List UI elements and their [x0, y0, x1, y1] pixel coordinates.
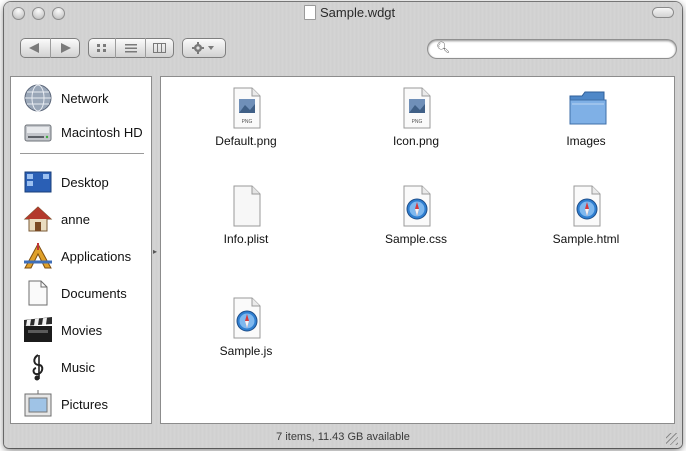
sidebar-splitter-handle[interactable]: ▸	[153, 247, 159, 256]
sidebar-item-network[interactable]: Network	[10, 82, 152, 114]
file-item[interactable]: PNG Default.png	[176, 86, 316, 156]
list-view-icon	[124, 44, 137, 53]
safari-document-icon	[226, 296, 266, 340]
toolbar-toggle-button[interactable]	[652, 7, 674, 18]
sidebar-item-macintosh-hd[interactable]: Macintosh HD	[10, 116, 152, 148]
sidebar-item-label: Music	[61, 359, 95, 375]
sidebar-item-music[interactable]: Music	[10, 351, 152, 383]
close-window-button[interactable]	[12, 7, 25, 20]
file-name: Sample.html	[552, 232, 620, 246]
file-name: Icon.png	[392, 134, 440, 148]
hard-drive-icon	[22, 117, 54, 147]
back-button[interactable]	[20, 38, 51, 58]
sidebar-divider	[20, 153, 144, 154]
file-item[interactable]: Sample.html	[516, 184, 656, 254]
desktop-icon	[22, 167, 54, 197]
gear-icon	[192, 42, 214, 54]
sidebar-item-anne[interactable]: anne	[10, 203, 152, 235]
documents-folder-icon	[22, 278, 54, 308]
window-title: Sample.wdgt	[304, 5, 395, 20]
action-menu-segment[interactable]	[182, 38, 226, 58]
sidebar-item-label: Documents	[61, 285, 127, 301]
file-item[interactable]: Images	[516, 86, 656, 156]
sidebar-item-desktop[interactable]: Desktop	[10, 166, 152, 198]
file-item[interactable]: Sample.js	[176, 296, 316, 366]
file-name: Images	[566, 134, 606, 148]
generic-file-icon	[226, 184, 266, 228]
list-view-button[interactable]	[116, 38, 146, 58]
file-item[interactable]: Sample.css	[346, 184, 486, 254]
file-name: Info.plist	[223, 232, 269, 246]
sidebar-item-label: Movies	[61, 322, 103, 338]
network-globe-icon	[22, 83, 54, 113]
png-file-icon: PNG	[396, 86, 436, 130]
column-view-button[interactable]	[146, 38, 174, 58]
file-item[interactable]: PNG Icon.png	[346, 86, 486, 156]
status-bar: 7 items, 11.43 GB available	[4, 426, 682, 448]
safari-document-icon	[396, 184, 436, 228]
movies-clapboard-icon	[22, 315, 54, 345]
sidebar-item-documents[interactable]: Documents	[10, 277, 152, 309]
home-icon	[22, 204, 54, 234]
applications-icon	[22, 241, 54, 271]
column-view-icon	[153, 43, 167, 53]
sidebar-item-label: Network	[61, 90, 109, 106]
window-title-text: Sample.wdgt	[320, 5, 396, 20]
sidebar: Network Macintosh HD Desktop anne Applic…	[10, 76, 152, 424]
file-name: Sample.css	[384, 232, 448, 246]
forward-button[interactable]	[51, 38, 81, 58]
icon-view-button[interactable]	[88, 38, 117, 58]
action-menu-button[interactable]	[182, 38, 226, 58]
png-badge: PNG	[412, 119, 423, 125]
file-name: Sample.js	[219, 344, 273, 358]
search-input[interactable]	[454, 42, 668, 57]
file-browser-area: PNG Default.png PNG Icon.png Images Info…	[160, 76, 675, 424]
png-file-icon: PNG	[226, 86, 266, 130]
sidebar-item-label: Pictures	[61, 396, 108, 412]
search-field[interactable]: 🔍︎	[428, 40, 676, 58]
file-item[interactable]: Info.plist	[176, 184, 316, 254]
png-badge: PNG	[242, 119, 253, 125]
music-note-icon	[22, 352, 54, 382]
sidebar-item-applications[interactable]: Applications	[10, 240, 152, 272]
icon-view-icon	[96, 44, 106, 52]
finder-window: Sample.wdgt 🔍︎ Network Macintosh HD Desk…	[4, 2, 682, 448]
sidebar-item-pictures[interactable]: Pictures	[10, 388, 152, 420]
title-bar[interactable]: Sample.wdgt	[4, 2, 682, 24]
back-forward-group	[20, 38, 80, 58]
safari-document-icon	[566, 184, 606, 228]
minimize-window-button[interactable]	[32, 7, 45, 20]
folder-icon	[566, 86, 607, 130]
sidebar-item-movies[interactable]: Movies	[10, 314, 152, 346]
resize-grip[interactable]	[666, 433, 678, 445]
file-name: Default.png	[215, 134, 277, 148]
view-mode-group	[88, 38, 174, 58]
document-proxy-icon[interactable]	[304, 5, 316, 20]
search-icon[interactable]: 🔍︎	[436, 41, 450, 54]
forward-arrow-icon	[61, 43, 72, 53]
sidebar-item-label: Applications	[61, 248, 132, 264]
status-text: 7 items, 11.43 GB available	[276, 431, 410, 443]
zoom-window-button[interactable]	[52, 7, 65, 20]
pictures-icon	[22, 389, 54, 419]
sidebar-item-label: Desktop	[61, 174, 109, 190]
toolbar: 🔍︎	[4, 24, 682, 74]
sidebar-item-label: Macintosh HD	[61, 124, 143, 140]
back-arrow-icon	[28, 43, 39, 53]
sidebar-item-label: anne	[61, 211, 90, 227]
